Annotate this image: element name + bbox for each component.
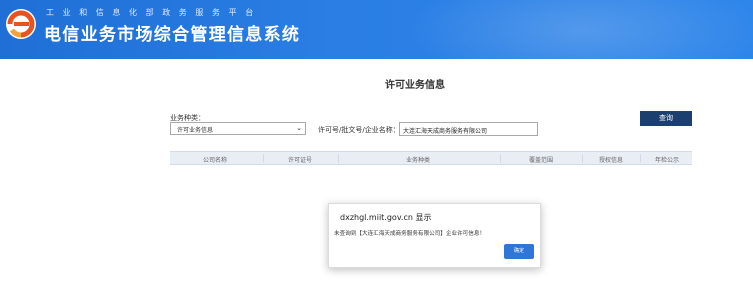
query-button[interactable]: 查询 — [640, 111, 692, 126]
column-divider — [500, 154, 501, 163]
results-table-header: 公司名称 许可证号 业务种类 覆盖范围 授权信息 年检公示 — [170, 151, 692, 165]
alert-dialog: dxzhgl.miit.gov.cn 显示 未查询到【大连汇海天成商务服务有限公… — [328, 203, 541, 268]
header-title: 电信业务市场综合管理信息系统 — [44, 25, 301, 45]
column-header-company: 公司名称 — [203, 157, 228, 164]
column-header-coverage: 覆盖范围 — [529, 157, 554, 164]
banner-decoration — [403, 0, 753, 59]
page-title: 许可业务信息 — [385, 80, 445, 91]
column-divider — [263, 154, 264, 163]
header-banner: 工业和信息化部政务服务平台 电信业务市场综合管理信息系统 — [0, 0, 753, 59]
column-divider — [582, 154, 583, 163]
column-divider — [338, 154, 339, 163]
dialog-title: dxzhgl.miit.gov.cn 显示 — [340, 213, 432, 222]
keyword-input[interactable]: 大连汇海天成商务服务有限公司 — [399, 122, 538, 136]
business-type-value: 许可业务信息 — [177, 127, 214, 134]
header-subtitle: 工业和信息化部政务服务平台 — [46, 8, 262, 17]
keyword-label: 许可号/批文号/企业名称： — [318, 126, 400, 134]
column-header-license-no: 许可证号 — [288, 157, 313, 164]
dialog-ok-button[interactable]: 确定 — [504, 244, 534, 259]
column-divider — [640, 154, 641, 163]
business-type-select[interactable]: 许可业务信息 ⌄ — [170, 122, 306, 135]
miit-logo-icon — [6, 9, 36, 39]
column-header-business-type: 业务种类 — [406, 157, 431, 164]
column-header-authorization: 授权信息 — [599, 157, 624, 164]
chevron-down-icon: ⌄ — [296, 124, 302, 132]
dialog-message: 未查询到【大连汇海天成商务服务有限公司】企业许可信息！ — [334, 231, 486, 237]
column-header-annual-inspection: 年检公示 — [655, 157, 680, 164]
